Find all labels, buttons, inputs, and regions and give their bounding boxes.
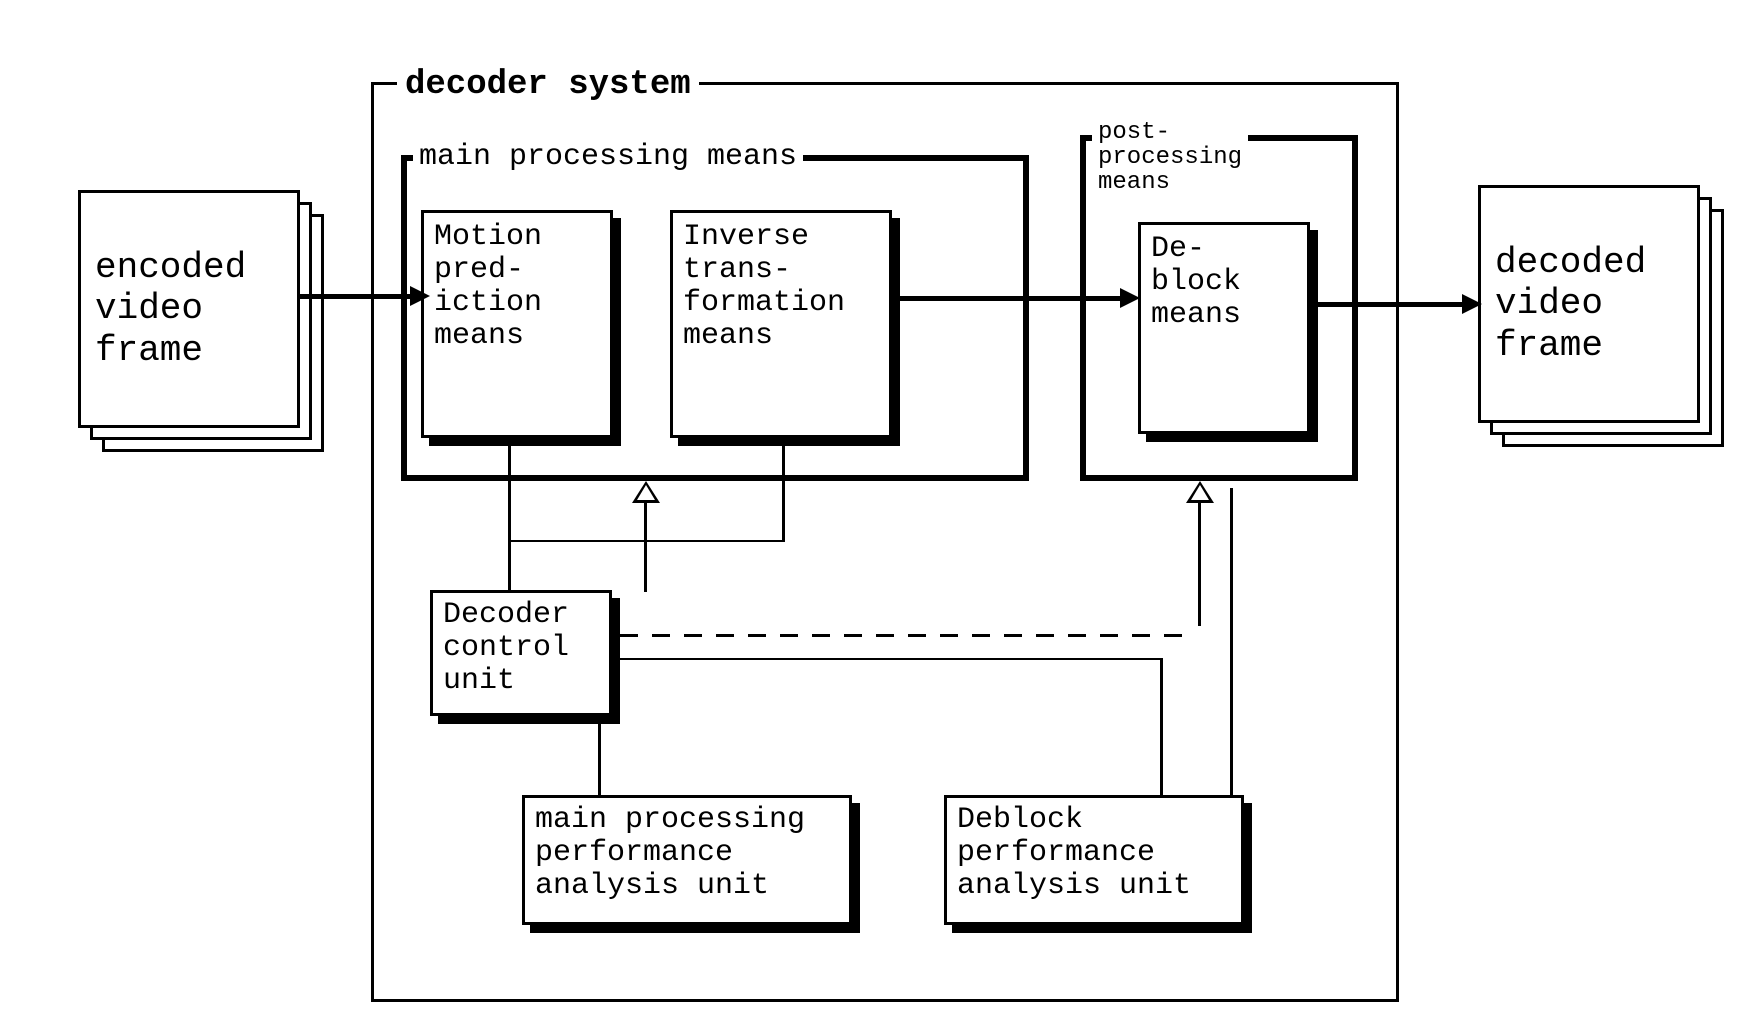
decoded-line1: decoded <box>1495 242 1683 283</box>
encoded-line1: encoded <box>95 247 283 288</box>
decoded-line3: frame <box>1495 325 1683 366</box>
arrow-head-encoded <box>410 286 430 306</box>
arrow-head-itod <box>1120 288 1140 308</box>
line-control-to-main <box>644 502 647 592</box>
encoded-line3: frame <box>95 330 283 371</box>
arrow-head-dtod <box>1462 294 1482 314</box>
arrow-head-control-main <box>632 481 660 503</box>
decoder-system-label: decoder system <box>397 66 699 104</box>
arrow-deblock-to-decoded <box>1318 302 1470 307</box>
diagram-container: encoded video frame decoded video frame … <box>0 0 1761 1034</box>
arrow-inverse-to-deblock <box>898 296 1130 301</box>
line-inverse-down <box>782 446 785 542</box>
decoded-line2: video <box>1495 283 1683 324</box>
line-control-right <box>620 658 1160 660</box>
line-mainperf-up <box>598 722 601 795</box>
deblock-block: De- block means <box>1138 222 1310 434</box>
decoder-control-unit-block: Decoder control unit <box>430 590 612 716</box>
line-deblockperf-up <box>1230 488 1233 795</box>
deblock-perf-analysis-block: Deblock performance analysis unit <box>944 795 1244 925</box>
encoded-video-frame-stack: encoded video frame <box>78 190 300 428</box>
motion-prediction-block: Motion pred- iction means <box>421 210 613 438</box>
main-processing-label: main processing means <box>413 140 803 174</box>
line-post-up <box>1198 502 1201 626</box>
post-processing-label: post- processing means <box>1092 120 1248 196</box>
line-motion-down <box>508 444 511 590</box>
inverse-transform-block: Inverse trans- formation means <box>670 210 892 438</box>
arrow-encoded-to-motion <box>298 294 418 299</box>
line-mainperf-up2 <box>1160 658 1163 795</box>
decoded-video-frame-stack: decoded video frame <box>1478 185 1700 423</box>
main-perf-analysis-block: main processing performance analysis uni… <box>522 795 852 925</box>
encoded-line2: video <box>95 288 283 329</box>
arrow-head-control-post <box>1186 481 1214 503</box>
dash-control-to-post <box>620 624 1200 627</box>
